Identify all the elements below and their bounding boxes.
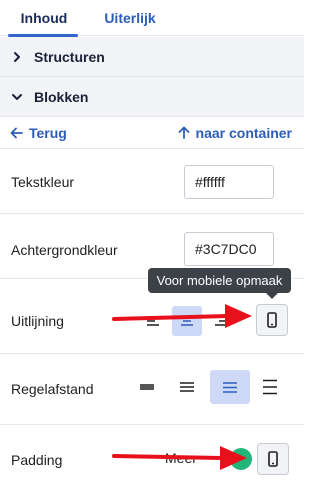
tab-uiterlijk[interactable]: Uiterlijk [90,0,170,36]
tekstkleur-label: Tekstkleur [11,174,75,190]
align-center-icon [181,316,193,326]
section-structuren[interactable]: Structuren [0,37,304,77]
row-regelafstand: Regelafstand [0,355,304,425]
section-structuren-label: Structuren [34,48,105,65]
tekstkleur-input[interactable]: #ffffff [184,165,274,199]
mobile-toggle-button-padding[interactable] [257,443,289,475]
meer-toggle-label: Meer [165,450,197,466]
line-spacing-large-button[interactable] [255,372,285,402]
back-link[interactable]: Terug [10,125,67,141]
uitlijning-label: Uitlijning [11,313,64,329]
arrow-up-icon [178,126,189,139]
line-spacing-normal-icon [180,382,194,392]
line-spacing-normal-button[interactable] [172,372,202,402]
chevron-down-icon [0,91,34,103]
to-container-label: naar container [195,124,292,141]
mobile-toggle-button-uitlijning[interactable] [256,304,288,336]
row-padding: Padding [0,426,304,490]
line-spacing-small-button[interactable] [132,372,162,402]
mobile-icon [268,451,278,467]
back-link-label: Terug [29,124,67,141]
align-center-button[interactable] [172,306,202,336]
row-tekstkleur: Tekstkleur #ffffff [0,150,304,214]
regelafstand-label: Regelafstand [11,381,94,397]
achtergrondkleur-input[interactable]: #3C7DC0 [184,232,274,266]
align-right-icon [215,316,227,326]
mobile-layout-tooltip: Voor mobiele opmaak [148,268,291,299]
achtergrondkleur-label: Achtergrondkleur [11,242,118,258]
line-spacing-medium-button[interactable] [210,370,250,404]
chevron-right-icon [0,51,34,63]
section-blokken-label: Blokken [34,88,89,105]
block-navigation: Terug naar container [0,117,304,149]
section-blokken[interactable]: Blokken [0,77,304,117]
padding-label: Padding [11,452,63,468]
line-spacing-small-icon [140,384,154,390]
arrow-left-icon [10,127,23,138]
to-container-link[interactable]: naar container [178,125,292,141]
tab-inhoud[interactable]: Inhoud [0,0,88,37]
line-spacing-medium-icon [223,381,237,393]
meer-toggle[interactable] [230,448,252,470]
align-left-icon [147,316,159,326]
mobile-icon [267,312,277,328]
tab-bar: Inhoud Uiterlijk [0,0,304,37]
align-right-button[interactable] [206,306,236,336]
align-left-button[interactable] [138,306,168,336]
line-spacing-large-icon [263,379,277,395]
